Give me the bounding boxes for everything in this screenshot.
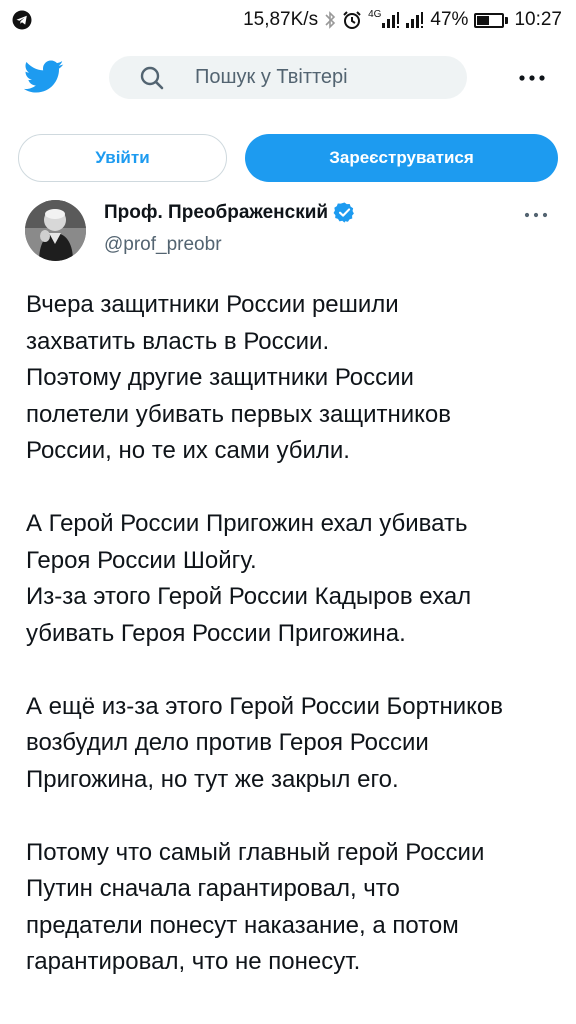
tweet-line: Поэтому другие защитники России [26,364,414,391]
tweet-line: предатели понесут наказание, а потом [26,911,459,939]
more-horizontal-icon[interactable] [516,66,548,90]
telegram-icon [12,10,32,30]
author-name-row[interactable]: Проф. Преображенский [104,201,356,224]
tweet-text: Вчера защитники России решили захватить в… [26,287,556,981]
status-bar: 15,87K/s 4G 47% 10:27 [0,0,576,40]
tweet-paragraph: А ещё из-за этого Герой России Бортников… [26,689,556,799]
search-placeholder: Пошук у Твіттері [195,66,348,88]
tweet-paragraph: Потому что самый главный герой России Пут… [26,835,556,981]
tweet-paragraph: А Герой России Пригожин ехал убивать Геро… [26,506,556,652]
battery-percent: 47% [430,9,469,30]
network-speed: 15,87K/s [243,9,319,30]
alarm-icon [342,10,362,30]
search-input[interactable]: Пошук у Твіттері [109,56,467,99]
tweet-line: гарантировал, что не понесут. [26,948,361,975]
tweet-line: Пригожина, но тут же закрыл его. [26,765,399,793]
tweet-line: Потому что самый главный герой России [26,838,485,866]
verified-badge-icon [333,201,356,224]
author-handle[interactable]: @prof_preobr [104,234,222,256]
tweet-line: Из-за этого Герой России Кадыров ехал [26,583,472,610]
tweet-page: 15,87K/s 4G 47% 10:27 Пошук у Твіттері У… [0,0,576,1024]
tweet-line: Героя России Шойгу. [26,546,257,574]
bluetooth-icon [324,10,336,30]
search-icon [139,65,165,91]
tweet-line: России, но те их сами убили. [26,437,350,464]
clock: 10:27 [514,9,562,30]
tweet-line: Вчера защитники России решили [26,291,399,318]
signal-4g-icon: 4G [368,8,400,29]
tweet-line: убивать Героя России Пригожина. [26,619,406,647]
tweet-line: полетели убивать первых защитников [26,400,451,428]
twitter-bird-icon[interactable] [23,60,64,94]
author-name[interactable]: Проф. Преображенский [104,202,328,224]
top-header: Пошук у Твіттері [0,48,576,112]
battery-icon [474,12,509,28]
signal-icon [406,11,424,29]
tweet-line: захватить власть в России. [26,327,330,355]
tweet-line: возбудил дело против Героя России [26,729,429,756]
avatar[interactable] [25,200,86,261]
tweet-line: А ещё из-за этого Герой России Бортников [26,692,503,720]
tweet-line: А Герой России Пригожин ехал убивать [26,510,468,537]
tweet-paragraph: Вчера защитники России решили захватить в… [26,287,556,470]
login-button[interactable]: Увійти [18,134,227,182]
tweet-line: Путин сначала гарантировал, что [26,875,400,902]
tweet-more-icon[interactable] [520,205,552,225]
network-type: 4G [368,8,382,20]
signup-button[interactable]: Зареєструватися [245,134,558,182]
